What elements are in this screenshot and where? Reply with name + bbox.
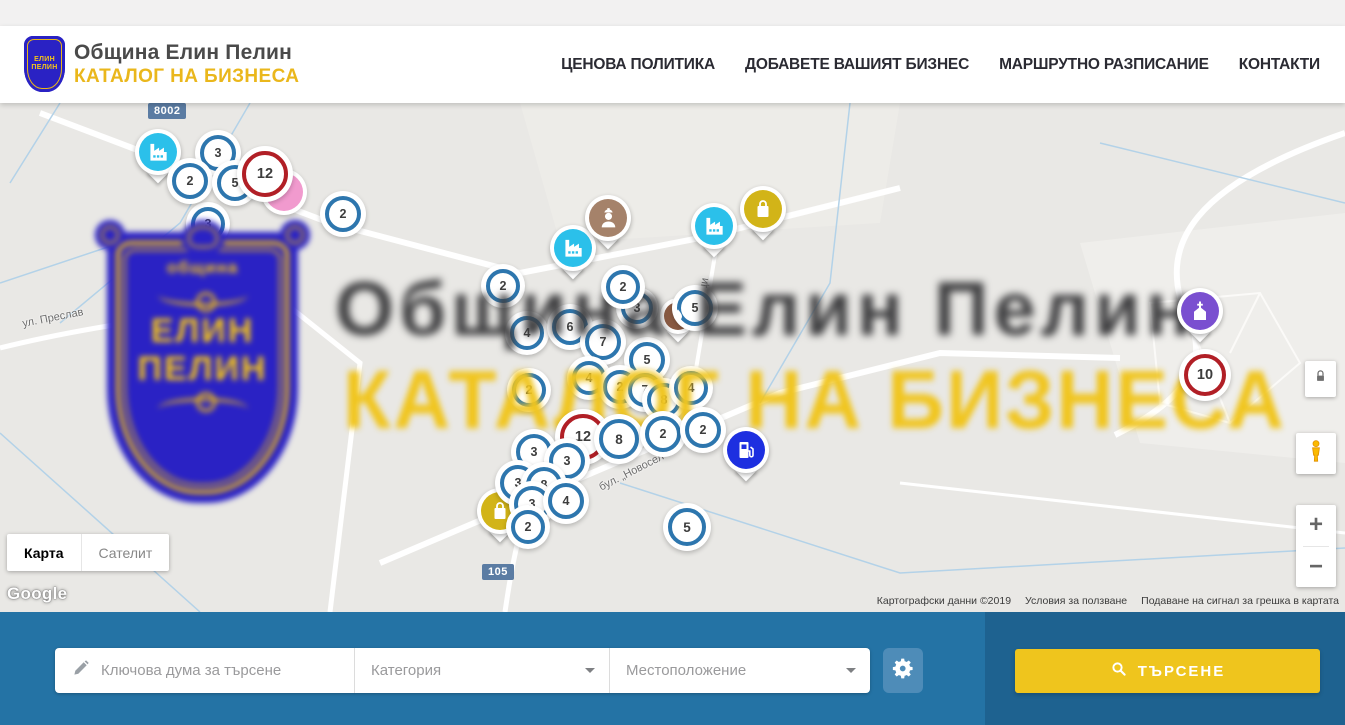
map-cluster-marker[interactable]: 2 (685, 412, 721, 448)
map-type-satellite-button[interactable]: Сателит (82, 534, 170, 571)
map-cluster-marker[interactable]: 2 (172, 163, 208, 199)
site-logo[interactable]: ЕЛИН ПЕЛИН Община Елин Пелин КАТАЛОГ НА … (24, 36, 299, 92)
lock-button[interactable] (1305, 361, 1336, 397)
crest-line1: ЕЛИН (34, 56, 55, 64)
map-cluster-marker[interactable]: 10 (1184, 354, 1226, 396)
location-select-value: Местоположение (626, 662, 746, 679)
fuel-icon (723, 427, 769, 473)
pegman-button[interactable] (1296, 433, 1336, 474)
location-select[interactable]: Местоположение (610, 648, 870, 693)
attribution-link[interactable]: Подаване на сигнал за грешка в картата (1141, 595, 1339, 607)
markers-layer-front: 3251222128223338342510 (0, 103, 1345, 612)
map-canvas[interactable]: ул. Преславбул. „Новоселци 8002105 32467… (0, 103, 1345, 612)
zoom-in-button[interactable]: + (1296, 505, 1336, 546)
nav-item-contacts[interactable]: КОНТАКТИ (1239, 56, 1320, 74)
map-cluster-marker[interactable]: 4 (548, 483, 584, 519)
factory-icon (135, 129, 181, 175)
map-pin-worker[interactable] (585, 195, 631, 241)
municipality-crest-icon: ЕЛИН ПЕЛИН (24, 36, 65, 92)
map-cluster-marker[interactable]: 12 (242, 151, 288, 197)
category-select-value: Категория (371, 662, 441, 679)
keyword-field (55, 648, 355, 693)
map-pin-factory[interactable] (135, 129, 181, 175)
map-cluster-marker[interactable]: 2 (606, 270, 640, 304)
gear-icon (892, 657, 915, 685)
map-cluster-marker[interactable]: 2 (325, 196, 361, 232)
lock-icon (1313, 369, 1328, 389)
search-bar: Категория Местоположение ТЪРСЕНЕ (0, 612, 1345, 725)
zoom-out-button[interactable]: − (1296, 547, 1336, 588)
keyword-input[interactable] (101, 662, 340, 679)
page: ЕЛИН ПЕЛИН Община Елин Пелин КАТАЛОГ НА … (0, 0, 1345, 725)
zoom-control: + − (1296, 505, 1336, 587)
chevron-down-icon (846, 668, 856, 678)
crest-line2: ПЕЛИН (31, 64, 57, 72)
nav-item-pricing[interactable]: ЦЕНОВА ПОЛИТИКА (561, 56, 715, 74)
top-strip (0, 0, 1345, 26)
map-cluster-marker[interactable]: 8 (599, 419, 639, 459)
main-nav: ЦЕНОВА ПОЛИТИКА ДОБАВЕТЕ ВАШИЯТ БИЗНЕС МАР… (561, 26, 1320, 103)
category-select[interactable]: Категория (355, 648, 610, 693)
search-button-label: ТЪРСЕНЕ (1138, 663, 1226, 680)
nav-item-route-schedule[interactable]: МАРШРУТНО РАЗПИСАНИЕ (999, 56, 1209, 74)
factory-icon (691, 203, 737, 249)
search-button[interactable]: ТЪРСЕНЕ (1015, 649, 1320, 693)
map-type-control: Карта Сателит (7, 534, 169, 571)
map-cluster-marker[interactable]: 5 (668, 508, 706, 546)
map-pin-church[interactable] (1177, 288, 1223, 334)
map-cluster-marker[interactable]: 2 (645, 416, 681, 452)
nav-item-add-business[interactable]: ДОБАВЕТЕ ВАШИЯТ БИЗНЕС (745, 56, 969, 74)
pencil-icon (72, 659, 90, 682)
site-subtitle: КАТАЛОГ НА БИЗНЕСА (74, 66, 299, 88)
map-data-copyright: Картографски данни ©2019 (877, 595, 1011, 607)
site-title: Община Елин Пелин (74, 41, 299, 65)
search-icon (1110, 660, 1128, 682)
map-type-map-button[interactable]: Карта (7, 534, 82, 571)
advanced-settings-button[interactable] (883, 648, 923, 693)
map-pin-factory[interactable] (691, 203, 737, 249)
worker-icon (585, 195, 631, 241)
map-attribution: Картографски данни ©2019 Условия за ползв… (877, 595, 1339, 607)
attribution-link[interactable]: Условия за ползване (1025, 595, 1127, 607)
map-pin-fuel[interactable] (723, 427, 769, 473)
map-cluster-marker[interactable]: 2 (511, 510, 545, 544)
map-pin-bag[interactable] (740, 186, 786, 232)
bag-icon (740, 186, 786, 232)
filter-bar: Категория Местоположение (55, 648, 870, 693)
pegman-icon (1304, 439, 1328, 468)
site-header: ЕЛИН ПЕЛИН Община Елин Пелин КАТАЛОГ НА … (0, 26, 1345, 103)
church-icon (1177, 288, 1223, 334)
google-logo[interactable]: Google (7, 584, 67, 604)
chevron-down-icon (585, 668, 595, 678)
